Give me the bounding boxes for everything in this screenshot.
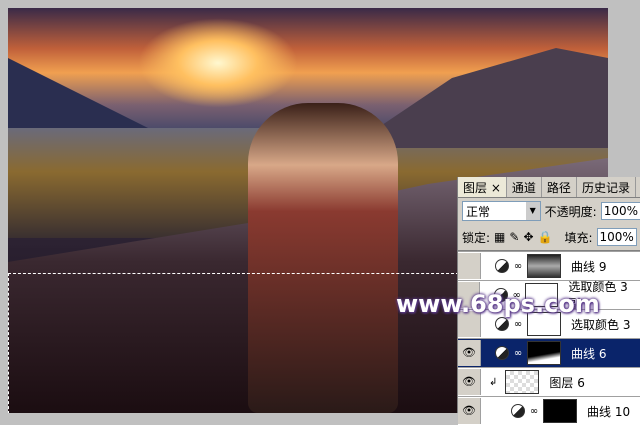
layer-row[interactable]: 👁 ∞ 曲线 10 — [458, 396, 640, 425]
adjustment-icon — [511, 404, 525, 418]
link-icon: ∞ — [513, 260, 523, 272]
fill-input[interactable]: 100% — [596, 228, 637, 246]
sun — [138, 18, 298, 108]
layer-mask-thumb — [543, 399, 577, 423]
lock-transparent-icon[interactable]: ▦ — [494, 230, 505, 244]
layer-row[interactable]: ∞ 曲线 9 — [458, 251, 640, 280]
visibility-toggle[interactable] — [458, 253, 481, 279]
lock-paint-icon[interactable]: ✎ — [509, 230, 519, 244]
lock-all-icon[interactable]: 🔒 — [538, 230, 553, 244]
mountain-left — [8, 58, 148, 128]
tab-channels[interactable]: 通道 — [507, 177, 542, 197]
link-icon: ∞ — [513, 347, 523, 359]
layer-list: ∞ 曲线 9 ∞ 选取颜色 3 副 ∞ 选取颜色 3 👁 ∞ 曲线 6 👁 ↲ 图层 6 👁 ∞… — [458, 251, 640, 425]
adjustment-icon — [495, 259, 509, 273]
eye-icon[interactable]: 👁 — [458, 340, 481, 366]
layer-name: 图层 6 — [549, 375, 585, 390]
layer-thumb — [505, 370, 540, 394]
layer-mask-thumb — [527, 254, 561, 278]
tab-label: 图层 — [463, 181, 488, 195]
layer-name: 曲线 10 — [587, 404, 631, 419]
link-icon: ∞ — [513, 318, 523, 330]
layer-name: 选取颜色 3 — [571, 317, 631, 332]
watermark: www.68ps.com — [396, 290, 600, 318]
close-icon[interactable]: × — [491, 181, 501, 195]
layer-mask-thumb — [527, 341, 561, 365]
adjustment-icon — [495, 317, 509, 331]
fill-label: 填充: — [564, 230, 593, 245]
layer-row[interactable]: 👁 ↲ 图层 6 — [458, 367, 640, 396]
link-icon: ∞ — [529, 405, 539, 417]
opacity-label: 不透明度: — [544, 204, 597, 219]
selection-marquee — [8, 273, 459, 413]
eye-icon[interactable]: 👁 — [458, 398, 481, 424]
blend-mode-value: 正常 — [466, 204, 491, 219]
lock-move-icon[interactable]: ✥ — [523, 230, 533, 244]
adjustment-icon — [495, 346, 509, 360]
tab-layers[interactable]: 图层 × — [458, 177, 507, 197]
tab-history[interactable]: 历史记录 — [577, 177, 636, 197]
eye-icon[interactable]: 👁 — [458, 369, 481, 395]
layer-name: 曲线 6 — [571, 346, 607, 361]
clipping-arrow-icon: ↲ — [489, 376, 498, 388]
lock-label: 锁定: — [462, 230, 491, 245]
blend-mode-select[interactable]: 正常 ▼ — [462, 201, 541, 221]
chevron-down-icon: ▼ — [525, 202, 540, 220]
layer-name: 曲线 9 — [571, 259, 607, 274]
layer-row-selected[interactable]: 👁 ∞ 曲线 6 — [458, 338, 640, 367]
tab-paths[interactable]: 路径 — [542, 177, 577, 197]
opacity-input[interactable]: 100% — [600, 202, 640, 220]
